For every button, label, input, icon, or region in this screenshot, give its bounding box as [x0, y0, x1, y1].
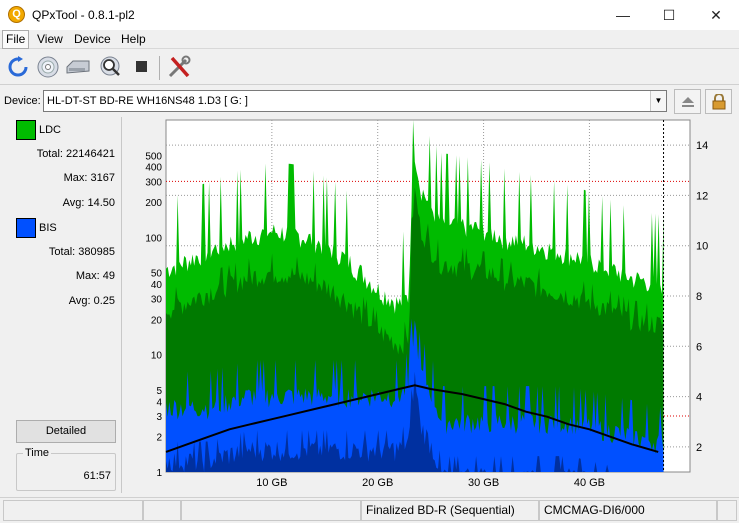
y-right-tick-label: 12	[696, 190, 708, 202]
status-disc-type: Finalized BD-R (Sequential)	[361, 500, 539, 521]
y-right-tick-label: 10	[696, 241, 708, 253]
y-right-tick-label: 8	[696, 291, 702, 303]
title-bar: Q QPxTool - 0.8.1-pl2 — ☐ ✕	[0, 0, 739, 30]
menu-view[interactable]: View	[34, 32, 66, 46]
tools-icon[interactable]	[166, 54, 192, 80]
status-cell-2	[143, 500, 181, 521]
bis-name: BIS	[39, 222, 57, 234]
toolbar	[0, 50, 739, 84]
refresh-icon[interactable]	[5, 54, 31, 80]
x-tick-label: 20 GB	[362, 477, 393, 489]
status-cell-3	[181, 500, 361, 521]
y-left-tick-label: 1	[156, 468, 162, 479]
ldc-max: Max: 3167	[63, 172, 115, 184]
ldc-avg: Avg: 14.50	[62, 197, 115, 209]
ldc-bis-chart: 10 GB 20 GB 30 GB 40 GB12345102030405010020…	[145, 119, 708, 489]
y-right-tick-label: 4	[696, 392, 702, 404]
y-left-tick-label: 300	[145, 177, 162, 188]
scan-icon[interactable]	[97, 54, 123, 80]
toolbar-separator	[159, 56, 160, 80]
lock-icon	[712, 93, 725, 109]
y-left-tick-label: 400	[145, 163, 162, 174]
time-label: Time	[23, 447, 52, 459]
detailed-button[interactable]: Detailed	[16, 420, 116, 443]
time-value: 61:57	[83, 470, 111, 482]
device-label: Device:	[4, 95, 41, 107]
time-box: Time 61:57	[16, 447, 116, 491]
stop-icon[interactable]	[129, 54, 155, 80]
y-right-tick-label: 14	[696, 140, 708, 152]
menu-file[interactable]: File	[2, 30, 30, 49]
x-tick-label: 40 GB	[574, 477, 605, 489]
bis-max: Max: 49	[75, 270, 115, 282]
menu-help[interactable]: Help	[118, 32, 149, 46]
y-right-tick-label: 2	[696, 442, 702, 454]
maximize-button[interactable]: ☐	[646, 0, 692, 30]
app-icon: Q	[8, 6, 25, 23]
ldc-name: LDC	[39, 124, 62, 136]
y-right-tick-label: 6	[696, 341, 702, 353]
status-bar: Finalized BD-R (Sequential) CMCMAG-DI6/0…	[0, 497, 739, 523]
status-cell-6	[717, 500, 737, 521]
disc-icon[interactable]	[35, 54, 61, 80]
eject-icon	[681, 96, 694, 107]
chevron-down-icon[interactable]: ▼	[650, 91, 666, 111]
device-select[interactable]: HL-DT-ST BD-RE WH16NS48 1.D3 [ G: ] ▼	[43, 90, 667, 112]
ldc-total: Total: 22146421	[36, 148, 115, 160]
status-cell-1	[3, 500, 143, 521]
menu-device[interactable]: Device	[71, 32, 114, 46]
y-left-tick-label: 30	[151, 295, 163, 306]
status-media-id: CMCMAG-DI6/000	[539, 500, 717, 521]
lock-button[interactable]	[705, 89, 732, 114]
x-tick-label: 10 GB	[256, 477, 287, 489]
ldc-color-swatch	[16, 120, 36, 140]
y-left-tick-label: 5	[156, 386, 162, 397]
y-left-tick-label: 2	[156, 433, 162, 444]
y-left-tick-label: 500	[145, 151, 162, 162]
y-left-tick-label: 200	[145, 198, 162, 209]
device-selected-value: HL-DT-ST BD-RE WH16NS48 1.D3 [ G: ]	[47, 95, 248, 107]
y-left-tick-label: 4	[156, 397, 162, 408]
device-bar: Device: HL-DT-ST BD-RE WH16NS48 1.D3 [ G…	[0, 84, 739, 114]
bis-color-swatch	[16, 218, 36, 238]
y-left-tick-label: 100	[145, 233, 162, 244]
drive-icon[interactable]	[65, 54, 91, 80]
y-left-tick-label: 3	[156, 412, 162, 423]
x-tick-label: 30 GB	[468, 477, 499, 489]
minimize-button[interactable]: —	[600, 0, 646, 30]
eject-button[interactable]	[674, 89, 701, 114]
bis-total: Total: 380985	[48, 246, 115, 258]
y-left-tick-label: 10	[151, 351, 163, 362]
chart-area: 10 GB 20 GB 30 GB 40 GB 1 2 3 4 5 10 20 30 40 50 100 20…	[129, 118, 739, 496]
window-title: QPxTool - 0.8.1-pl2	[32, 8, 135, 22]
y-left-tick-label: 40	[151, 280, 163, 291]
bis-avg: Avg: 0.25	[68, 295, 115, 307]
menu-bar: File View Device Help	[0, 30, 739, 49]
close-button[interactable]: ✕	[693, 0, 739, 30]
y-left-tick-label: 50	[151, 269, 163, 280]
y-left-tick-label: 20	[151, 315, 163, 326]
